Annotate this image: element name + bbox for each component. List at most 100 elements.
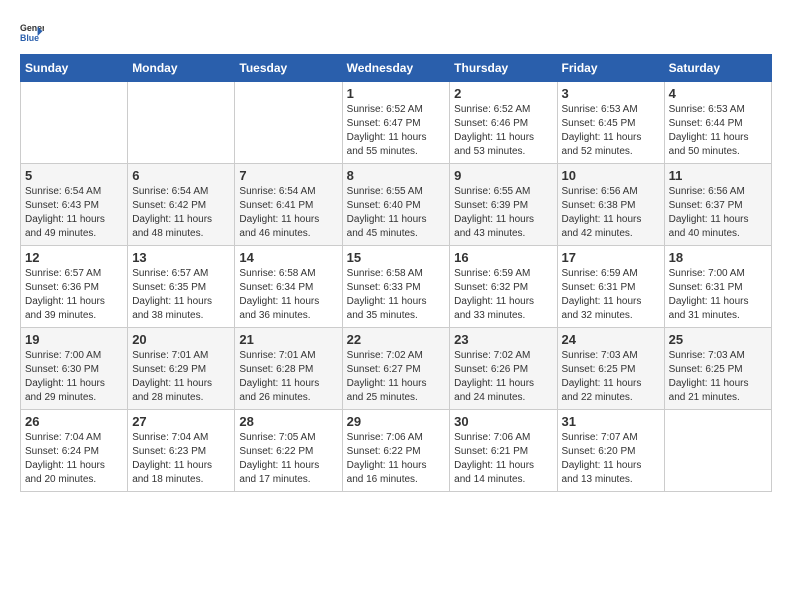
calendar-cell xyxy=(128,82,235,164)
day-number: 16 xyxy=(454,250,552,265)
calendar-cell: 13 Sunrise: 6:57 AM Sunset: 6:35 PM Dayli… xyxy=(128,246,235,328)
calendar-cell: 25 Sunrise: 7:03 AM Sunset: 6:25 PM Dayli… xyxy=(664,328,771,410)
day-number: 9 xyxy=(454,168,552,183)
weekday-header-friday: Friday xyxy=(557,55,664,82)
weekday-header-wednesday: Wednesday xyxy=(342,55,450,82)
day-info: Sunrise: 6:56 AM Sunset: 6:37 PM Dayligh… xyxy=(669,185,767,241)
day-info: Sunrise: 6:58 AM Sunset: 6:34 PM Dayligh… xyxy=(239,267,337,323)
day-number: 28 xyxy=(239,414,337,429)
weekday-header-row: SundayMondayTuesdayWednesdayThursdayFrid… xyxy=(21,55,772,82)
day-info: Sunrise: 7:05 AM Sunset: 6:22 PM Dayligh… xyxy=(239,431,337,487)
day-number: 10 xyxy=(562,168,660,183)
day-info: Sunrise: 6:54 AM Sunset: 6:42 PM Dayligh… xyxy=(132,185,230,241)
day-number: 8 xyxy=(347,168,446,183)
calendar-cell: 22 Sunrise: 7:02 AM Sunset: 6:27 PM Dayli… xyxy=(342,328,450,410)
weekday-header-saturday: Saturday xyxy=(664,55,771,82)
calendar-cell: 4 Sunrise: 6:53 AM Sunset: 6:44 PM Daylig… xyxy=(664,82,771,164)
calendar-cell: 20 Sunrise: 7:01 AM Sunset: 6:29 PM Dayli… xyxy=(128,328,235,410)
calendar-cell: 8 Sunrise: 6:55 AM Sunset: 6:40 PM Daylig… xyxy=(342,164,450,246)
day-info: Sunrise: 6:55 AM Sunset: 6:39 PM Dayligh… xyxy=(454,185,552,241)
calendar-cell: 12 Sunrise: 6:57 AM Sunset: 6:36 PM Dayli… xyxy=(21,246,128,328)
day-number: 24 xyxy=(562,332,660,347)
day-info: Sunrise: 7:03 AM Sunset: 6:25 PM Dayligh… xyxy=(562,349,660,405)
day-number: 13 xyxy=(132,250,230,265)
day-info: Sunrise: 6:53 AM Sunset: 6:44 PM Dayligh… xyxy=(669,103,767,159)
day-info: Sunrise: 6:54 AM Sunset: 6:41 PM Dayligh… xyxy=(239,185,337,241)
day-number: 31 xyxy=(562,414,660,429)
day-number: 4 xyxy=(669,86,767,101)
calendar-week-5: 26 Sunrise: 7:04 AM Sunset: 6:24 PM Dayli… xyxy=(21,410,772,492)
day-number: 11 xyxy=(669,168,767,183)
day-info: Sunrise: 7:04 AM Sunset: 6:24 PM Dayligh… xyxy=(25,431,123,487)
calendar-week-1: 1 Sunrise: 6:52 AM Sunset: 6:47 PM Daylig… xyxy=(21,82,772,164)
day-info: Sunrise: 6:59 AM Sunset: 6:31 PM Dayligh… xyxy=(562,267,660,323)
calendar-cell: 9 Sunrise: 6:55 AM Sunset: 6:39 PM Daylig… xyxy=(450,164,557,246)
calendar-cell: 14 Sunrise: 6:58 AM Sunset: 6:34 PM Dayli… xyxy=(235,246,342,328)
day-info: Sunrise: 6:53 AM Sunset: 6:45 PM Dayligh… xyxy=(562,103,660,159)
calendar-table: SundayMondayTuesdayWednesdayThursdayFrid… xyxy=(20,54,772,492)
calendar-cell: 3Sunrise: 6:53 AM Sunset: 6:45 PM Daylig… xyxy=(557,82,664,164)
page-header: General Blue xyxy=(20,20,772,44)
day-info: Sunrise: 7:01 AM Sunset: 6:29 PM Dayligh… xyxy=(132,349,230,405)
day-info: Sunrise: 6:52 AM Sunset: 6:46 PM Dayligh… xyxy=(454,103,552,159)
calendar-cell: 23Sunrise: 7:02 AM Sunset: 6:26 PM Dayli… xyxy=(450,328,557,410)
day-number: 30 xyxy=(454,414,552,429)
day-info: Sunrise: 7:06 AM Sunset: 6:21 PM Dayligh… xyxy=(454,431,552,487)
calendar-cell: 1 Sunrise: 6:52 AM Sunset: 6:47 PM Daylig… xyxy=(342,82,450,164)
day-number: 25 xyxy=(669,332,767,347)
day-number: 17 xyxy=(562,250,660,265)
weekday-header-monday: Monday xyxy=(128,55,235,82)
weekday-header-tuesday: Tuesday xyxy=(235,55,342,82)
calendar-cell: 27Sunrise: 7:04 AM Sunset: 6:23 PM Dayli… xyxy=(128,410,235,492)
day-info: Sunrise: 7:02 AM Sunset: 6:27 PM Dayligh… xyxy=(347,349,446,405)
calendar-week-4: 19 Sunrise: 7:00 AM Sunset: 6:30 PM Dayli… xyxy=(21,328,772,410)
calendar-week-2: 5 Sunrise: 6:54 AM Sunset: 6:43 PM Daylig… xyxy=(21,164,772,246)
logo-icon: General Blue xyxy=(20,20,44,44)
calendar-cell: 11 Sunrise: 6:56 AM Sunset: 6:37 PM Dayli… xyxy=(664,164,771,246)
calendar-cell: 15 Sunrise: 6:58 AM Sunset: 6:33 PM Dayli… xyxy=(342,246,450,328)
day-number: 19 xyxy=(25,332,123,347)
calendar-cell xyxy=(664,410,771,492)
day-number: 20 xyxy=(132,332,230,347)
day-info: Sunrise: 7:01 AM Sunset: 6:28 PM Dayligh… xyxy=(239,349,337,405)
day-number: 26 xyxy=(25,414,123,429)
day-info: Sunrise: 7:00 AM Sunset: 6:31 PM Dayligh… xyxy=(669,267,767,323)
day-info: Sunrise: 6:57 AM Sunset: 6:36 PM Dayligh… xyxy=(25,267,123,323)
logo: General Blue xyxy=(20,20,48,44)
day-info: Sunrise: 7:00 AM Sunset: 6:30 PM Dayligh… xyxy=(25,349,123,405)
calendar-cell xyxy=(235,82,342,164)
calendar-cell: 28 Sunrise: 7:05 AM Sunset: 6:22 PM Dayli… xyxy=(235,410,342,492)
day-number: 5 xyxy=(25,168,123,183)
day-number: 29 xyxy=(347,414,446,429)
day-info: Sunrise: 6:59 AM Sunset: 6:32 PM Dayligh… xyxy=(454,267,552,323)
calendar-cell: 19 Sunrise: 7:00 AM Sunset: 6:30 PM Dayli… xyxy=(21,328,128,410)
day-number: 14 xyxy=(239,250,337,265)
svg-text:Blue: Blue xyxy=(20,33,39,43)
day-info: Sunrise: 6:54 AM Sunset: 6:43 PM Dayligh… xyxy=(25,185,123,241)
day-info: Sunrise: 6:52 AM Sunset: 6:47 PM Dayligh… xyxy=(347,103,446,159)
day-info: Sunrise: 6:58 AM Sunset: 6:33 PM Dayligh… xyxy=(347,267,446,323)
day-number: 22 xyxy=(347,332,446,347)
day-info: Sunrise: 7:06 AM Sunset: 6:22 PM Dayligh… xyxy=(347,431,446,487)
calendar-cell: 31 Sunrise: 7:07 AM Sunset: 6:20 PM Dayli… xyxy=(557,410,664,492)
day-info: Sunrise: 6:55 AM Sunset: 6:40 PM Dayligh… xyxy=(347,185,446,241)
day-number: 15 xyxy=(347,250,446,265)
calendar-cell: 10Sunrise: 6:56 AM Sunset: 6:38 PM Dayli… xyxy=(557,164,664,246)
calendar-cell: 5 Sunrise: 6:54 AM Sunset: 6:43 PM Daylig… xyxy=(21,164,128,246)
weekday-header-thursday: Thursday xyxy=(450,55,557,82)
calendar-week-3: 12 Sunrise: 6:57 AM Sunset: 6:36 PM Dayli… xyxy=(21,246,772,328)
day-info: Sunrise: 7:07 AM Sunset: 6:20 PM Dayligh… xyxy=(562,431,660,487)
calendar-cell: 18 Sunrise: 7:00 AM Sunset: 6:31 PM Dayli… xyxy=(664,246,771,328)
day-number: 18 xyxy=(669,250,767,265)
day-number: 12 xyxy=(25,250,123,265)
day-info: Sunrise: 6:57 AM Sunset: 6:35 PM Dayligh… xyxy=(132,267,230,323)
calendar-cell: 29 Sunrise: 7:06 AM Sunset: 6:22 PM Dayli… xyxy=(342,410,450,492)
day-info: Sunrise: 7:04 AM Sunset: 6:23 PM Dayligh… xyxy=(132,431,230,487)
day-info: Sunrise: 7:03 AM Sunset: 6:25 PM Dayligh… xyxy=(669,349,767,405)
day-number: 1 xyxy=(347,86,446,101)
day-info: Sunrise: 7:02 AM Sunset: 6:26 PM Dayligh… xyxy=(454,349,552,405)
day-number: 7 xyxy=(239,168,337,183)
day-number: 21 xyxy=(239,332,337,347)
calendar-cell: 16 Sunrise: 6:59 AM Sunset: 6:32 PM Dayli… xyxy=(450,246,557,328)
calendar-cell: 2Sunrise: 6:52 AM Sunset: 6:46 PM Daylig… xyxy=(450,82,557,164)
